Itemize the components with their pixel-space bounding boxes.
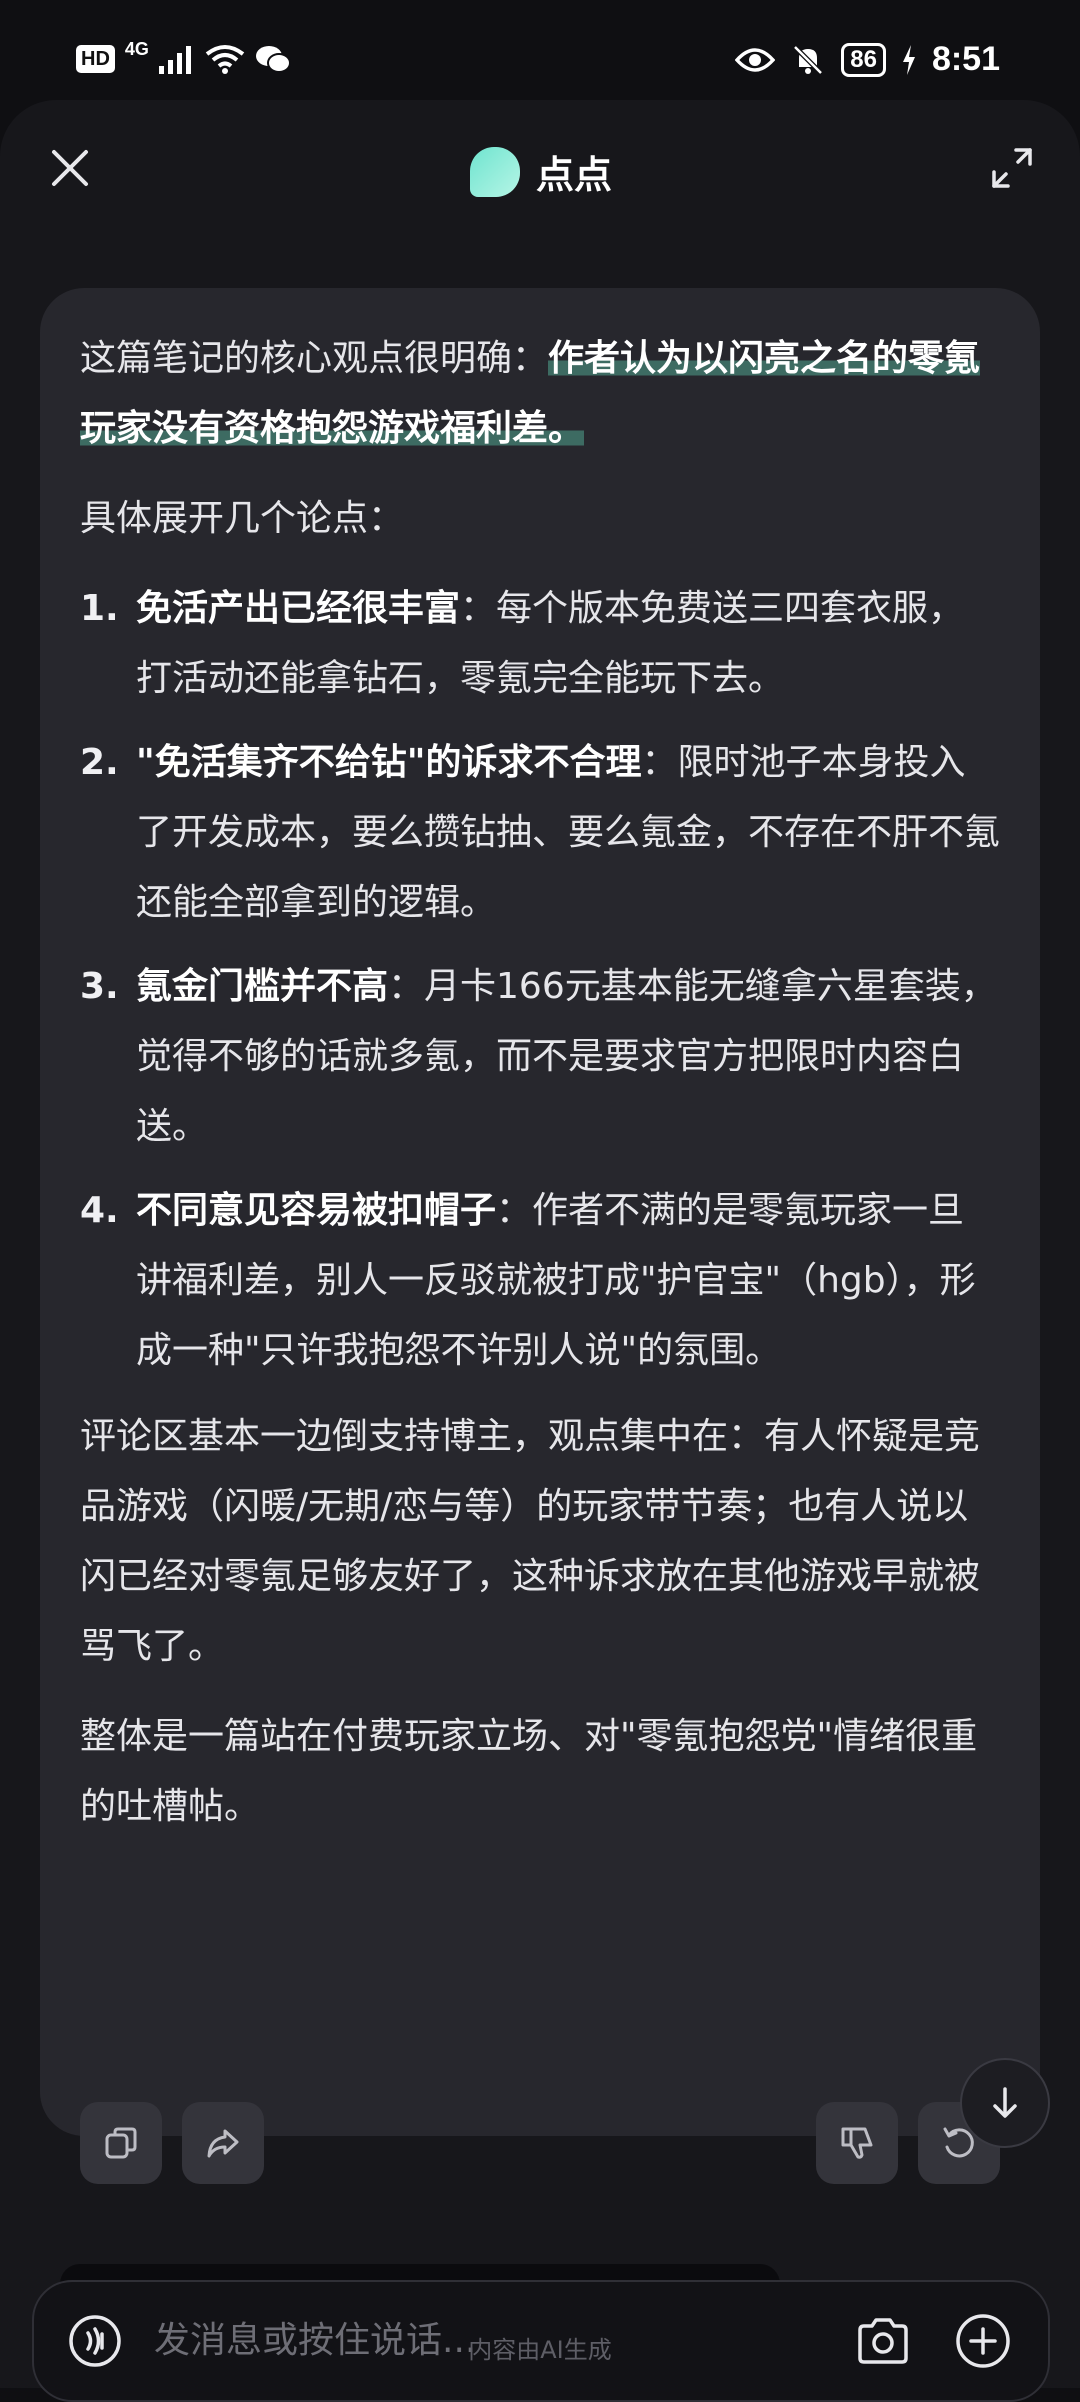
wechat-icon <box>255 46 291 73</box>
list-number: 1. <box>80 588 119 629</box>
assistant-logo-icon <box>470 146 520 197</box>
list-number: 2. <box>80 742 119 783</box>
list-item: 1. 免活产出已经很丰富：每个版本免费送三四套衣服，打活动还能拿钻石，零氪完全能… <box>80 574 1000 714</box>
list-item: 3. 氪金门槛并不高：月卡166元基本能无缝拿六星套装，觉得不够的话就多氪，而不… <box>80 952 1000 1162</box>
message-actions <box>80 2102 1000 2186</box>
list-item-text: 氪金门槛并不高：月卡166元基本能无缝拿六星套装，觉得不够的话就多氪，而不是要求… <box>136 952 1000 1162</box>
thumbs-down-icon <box>841 2127 873 2159</box>
scroll-to-bottom-button[interactable] <box>960 2058 1050 2148</box>
close-icon[interactable] <box>44 142 96 194</box>
share-button[interactable] <box>182 2102 264 2184</box>
signal-icon <box>158 46 191 74</box>
assistant-message-card: 这篇笔记的核心观点很明确：作者认为以闪亮之名的零氪玩家没有资格抱怨游戏福利差。 … <box>40 288 1040 2184</box>
mute-bell-icon <box>793 44 824 75</box>
copy-icon <box>105 2127 137 2159</box>
chat-sheet: 点点 这篇笔记的核心观点很明确：作者认为以闪亮之名的零氪玩家没有资格抱怨游戏福利… <box>0 100 1080 2402</box>
list-item-text: 不同意见容易被扣帽子：作者不满的是零氪玩家一旦讲福利差，别人一反驳就被打成"护官… <box>136 1176 1000 1386</box>
page-title: 点点 <box>536 153 613 197</box>
expand-icon[interactable] <box>988 144 1036 192</box>
comments-paragraph: 评论区基本一边倒支持博主，观点集中在：有人怀疑是竞品游戏（闪暖/无期/恋与等）的… <box>80 1416 981 1667</box>
intro-text: 这篇笔记的核心观点很明确： <box>80 338 549 379</box>
top-bar: 点点 <box>0 100 1080 240</box>
copy-button[interactable] <box>80 2102 162 2184</box>
status-bar: HD 4G 86 8:51 <box>0 0 1080 100</box>
list-item: 4. 不同意见容易被扣帽子：作者不满的是零氪玩家一旦讲福利差，别人一反驳就被打成… <box>80 1176 1000 1386</box>
conclusion-paragraph: 整体是一篇站在付费玩家立场、对"零氪抱怨党"情绪很重的吐槽帖。 <box>80 1716 978 1827</box>
list-number: 4. <box>80 1190 119 1231</box>
share-icon <box>207 2129 239 2158</box>
eye-icon <box>735 47 776 72</box>
intro-paragraph: 这篇笔记的核心观点很明确：作者认为以闪亮之名的零氪玩家没有资格抱怨游戏福利差。 <box>80 324 1000 464</box>
points-list: 1. 免活产出已经很丰富：每个版本免费送三四套衣服，打活动还能拿钻石，零氪完全能… <box>80 574 1000 1386</box>
list-item-text: 免活产出已经很丰富：每个版本免费送三四套衣服，打活动还能拿钻石，零氪完全能玩下去… <box>136 574 1000 714</box>
arrow-down-icon <box>993 2087 1017 2118</box>
network-type: 4G <box>124 38 149 59</box>
point-heading: "免活集齐不给钻"的诉求不合理 <box>136 742 642 783</box>
status-right: 86 8:51 <box>735 40 1000 79</box>
message-content: 这篇笔记的核心观点很明确：作者认为以闪亮之名的零氪玩家没有资格抱怨游戏福利差。 … <box>80 324 1000 1862</box>
charging-icon <box>902 44 915 75</box>
list-item-text: "免活集齐不给钻"的诉求不合理：限时池子本身投入了开发成本，要么攒钻抽、要么氪金… <box>136 728 1000 938</box>
list-item: 2. "免活集齐不给钻"的诉求不合理：限时池子本身投入了开发成本，要么攒钻抽、要… <box>80 728 1000 938</box>
assistant-title: 点点 <box>470 144 612 199</box>
clock: 8:51 <box>931 40 1000 78</box>
list-number: 3. <box>80 966 119 1007</box>
ai-disclaimer: 内容由AI生成 <box>468 2336 612 2364</box>
hd-badge: HD <box>76 45 115 73</box>
point-heading: 氪金门槛并不高 <box>136 966 389 1007</box>
point-heading: 不同意见容易被扣帽子 <box>136 1190 497 1231</box>
point-heading: 免活产出已经很丰富 <box>136 588 461 629</box>
sub-intro: 具体展开几个论点： <box>80 498 405 539</box>
battery-level: 86 <box>841 42 886 77</box>
status-left: HD 4G <box>76 39 291 74</box>
dislike-button[interactable] <box>816 2102 898 2184</box>
wifi-icon <box>205 45 245 74</box>
